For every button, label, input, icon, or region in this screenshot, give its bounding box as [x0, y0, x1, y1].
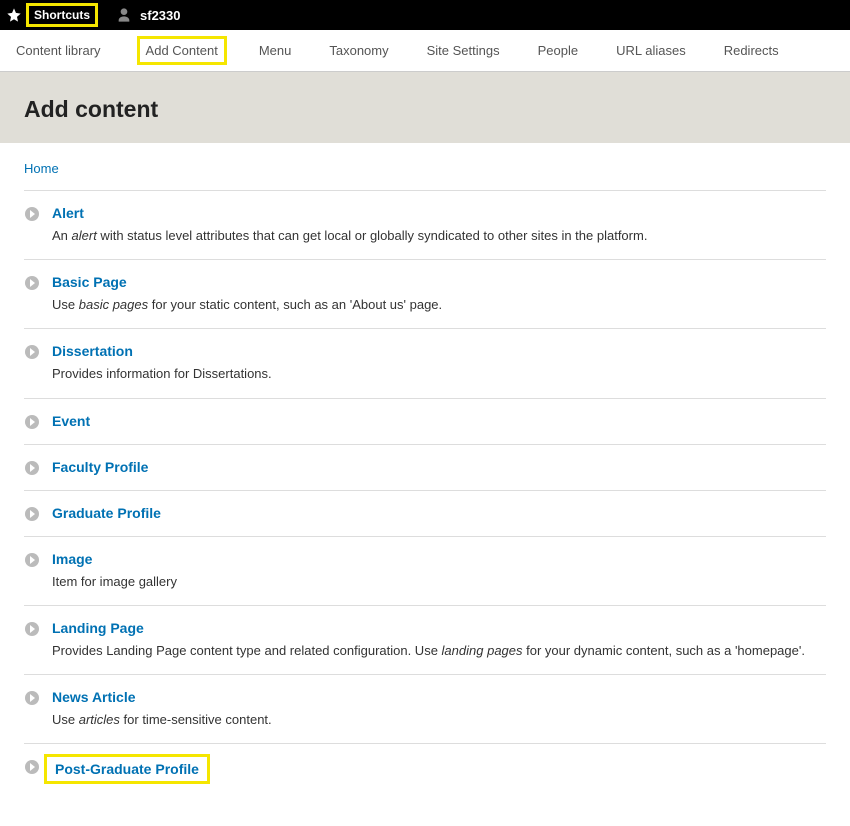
chevron-right-icon: [24, 344, 40, 360]
list-item-body: Post-Graduate Profile: [52, 758, 826, 780]
list-item-body: Basic Page Use basic pages for your stati…: [52, 274, 826, 314]
chevron-right-icon: [24, 275, 40, 291]
list-item-body: Dissertation Provides information for Dis…: [52, 343, 826, 383]
tab-content-library[interactable]: Content library: [14, 37, 103, 64]
list-item-description: Item for image gallery: [52, 573, 826, 591]
list-item-description: Provides Landing Page content type and r…: [52, 642, 826, 660]
page-header: Add content: [0, 72, 850, 143]
content-type-link[interactable]: Graduate Profile: [52, 505, 161, 521]
list-item: Landing Page Provides Landing Page conten…: [24, 605, 826, 674]
list-item-description: Use articles for time-sensitive content.: [52, 711, 826, 729]
content-type-link[interactable]: Post-Graduate Profile: [44, 754, 210, 784]
content-type-link[interactable]: Dissertation: [52, 343, 133, 359]
list-item-body: News Article Use articles for time-sensit…: [52, 689, 826, 729]
tab-taxonomy[interactable]: Taxonomy: [327, 37, 390, 64]
chevron-right-icon: [24, 621, 40, 637]
list-item-body: Event: [52, 413, 826, 429]
list-item-body: Landing Page Provides Landing Page conten…: [52, 620, 826, 660]
content-type-link[interactable]: Event: [52, 413, 90, 429]
list-item-body: Image Item for image gallery: [52, 551, 826, 591]
page-title: Add content: [24, 96, 826, 123]
tab-menu[interactable]: Menu: [257, 37, 294, 64]
list-item: Dissertation Provides information for Dis…: [24, 328, 826, 397]
list-item-body: Alert An alert with status level attribut…: [52, 205, 826, 245]
content-type-list: Alert An alert with status level attribut…: [24, 190, 826, 794]
list-item: Faculty Profile: [24, 444, 826, 490]
list-item: Event: [24, 398, 826, 444]
breadcrumb-home[interactable]: Home: [24, 161, 59, 176]
user-icon: [116, 6, 132, 24]
content-area: Home Alert An alert with status level att…: [0, 143, 850, 804]
tab-redirects[interactable]: Redirects: [722, 37, 781, 64]
username-label: sf2330: [140, 8, 180, 23]
list-item-body: Faculty Profile: [52, 459, 826, 475]
chevron-right-icon: [24, 552, 40, 568]
content-type-link[interactable]: Alert: [52, 205, 84, 221]
content-type-link[interactable]: Faculty Profile: [52, 459, 148, 475]
list-item: Post-Graduate Profile: [24, 743, 826, 794]
list-item-description: An alert with status level attributes th…: [52, 227, 826, 245]
chevron-right-icon: [24, 206, 40, 222]
topbar: Shortcuts sf2330: [0, 0, 850, 30]
list-item-description: Use basic pages for your static content,…: [52, 296, 826, 314]
list-item-description: Provides information for Dissertations.: [52, 365, 826, 383]
chevron-right-icon: [24, 506, 40, 522]
content-type-link[interactable]: News Article: [52, 689, 136, 705]
chevron-right-icon: [24, 414, 40, 430]
content-type-link[interactable]: Image: [52, 551, 92, 567]
list-item: Graduate Profile: [24, 490, 826, 536]
list-item: Alert An alert with status level attribut…: [24, 190, 826, 259]
tab-add-content[interactable]: Add Content: [137, 36, 227, 65]
user-menu[interactable]: sf2330: [116, 6, 180, 24]
list-item: Image Item for image gallery: [24, 536, 826, 605]
star-icon: [6, 7, 22, 23]
chevron-right-icon: [24, 690, 40, 706]
chevron-right-icon: [24, 460, 40, 476]
chevron-right-icon: [24, 759, 40, 775]
content-type-link[interactable]: Landing Page: [52, 620, 144, 636]
tabbar: Content library Add Content Menu Taxonomy Si…: [0, 30, 850, 72]
list-item: Basic Page Use basic pages for your stati…: [24, 259, 826, 328]
list-item-body: Graduate Profile: [52, 505, 826, 521]
shortcuts-button[interactable]: Shortcuts: [26, 3, 98, 27]
breadcrumb: Home: [24, 161, 826, 176]
tab-site-settings[interactable]: Site Settings: [425, 37, 502, 64]
tab-people[interactable]: People: [536, 37, 580, 64]
tab-url-aliases[interactable]: URL aliases: [614, 37, 688, 64]
list-item: News Article Use articles for time-sensit…: [24, 674, 826, 743]
content-type-link[interactable]: Basic Page: [52, 274, 127, 290]
